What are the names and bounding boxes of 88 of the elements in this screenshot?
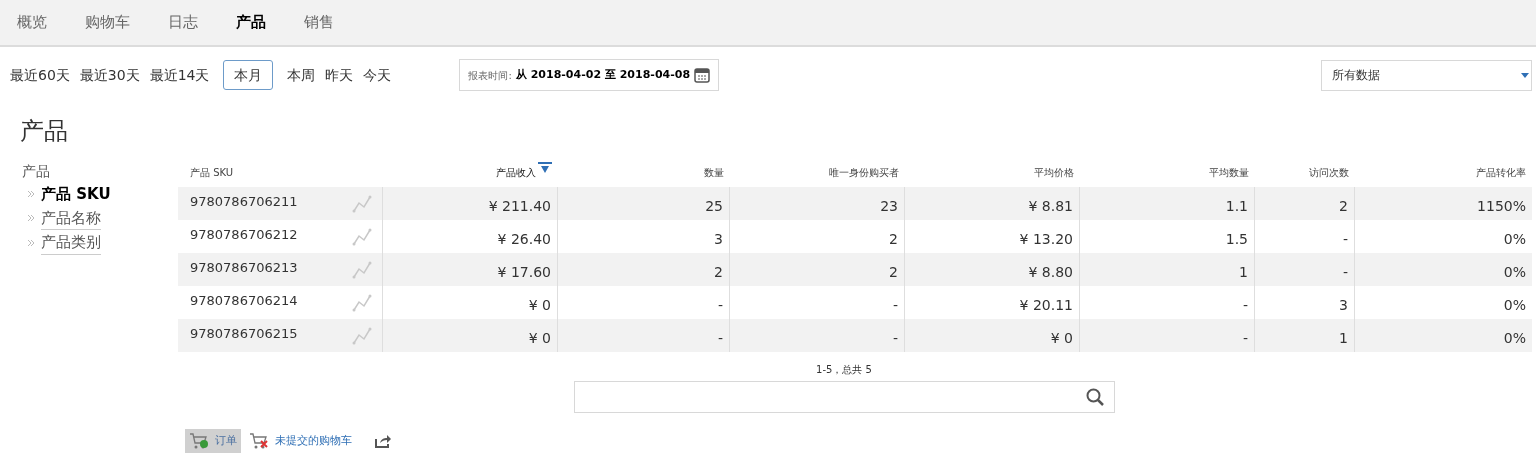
table-cell-text: - — [1242, 296, 1248, 315]
period-button[interactable]: 最近14天 — [149, 60, 210, 90]
report-tab[interactable]: 订单 — [185, 429, 241, 453]
table-cell-text: 3 — [1339, 296, 1348, 315]
table-cell-text: ¥ 17.60 — [497, 263, 551, 282]
column-header[interactable]: 产品 SKU — [190, 164, 234, 180]
table-cell-text: 3 — [714, 230, 723, 249]
period-button[interactable]: 今天 — [363, 60, 392, 90]
column-header[interactable]: 平均价格 — [1034, 164, 1074, 180]
line-chart-icon[interactable] — [352, 194, 372, 213]
dropdown-caret-icon — [1521, 72, 1529, 78]
table-cell-text: 9780786706213 — [190, 258, 298, 277]
table-cell-text: 9780786706212 — [190, 225, 298, 244]
table-cell-text: 2 — [714, 263, 723, 282]
table-cell-text: ¥ 13.20 — [1019, 230, 1073, 249]
table-cell-text: 0% — [1503, 263, 1526, 282]
period-button[interactable]: 最近30天 — [79, 60, 140, 90]
table-cell-text: ¥ 211.40 — [488, 197, 551, 216]
column-header[interactable]: 数量 — [704, 164, 724, 180]
sidebar-item[interactable]: 产品名称 — [41, 206, 101, 230]
line-chart-icon[interactable] — [352, 260, 372, 279]
table-cell-text: 0% — [1503, 296, 1526, 315]
table-cell-text: ¥ 8.80 — [1028, 263, 1073, 282]
table-cell-text: - — [892, 296, 898, 315]
table-cell-text: 0% — [1503, 230, 1526, 249]
table-cell-text: 9780786706211 — [190, 192, 298, 211]
table-cell-text: 0% — [1503, 329, 1526, 348]
sidebar-heading: 产品 — [22, 162, 50, 181]
column-header[interactable]: 产品转化率 — [1476, 164, 1526, 180]
line-chart-icon[interactable] — [352, 326, 372, 345]
table-cell-text: ¥ 0 — [1050, 329, 1073, 348]
column-header[interactable]: 产品收入 — [496, 164, 536, 180]
nav-tab[interactable]: 日志 — [168, 11, 198, 34]
period-button[interactable]: 本月 — [223, 60, 274, 90]
table-cell-text: 1 — [1239, 263, 1248, 282]
search-field[interactable] — [573, 381, 1115, 413]
report-range-value: 从 2018-04-02 至 2018-04-08 — [515, 66, 691, 83]
nav-tab[interactable]: 概览 — [17, 11, 47, 34]
line-chart-icon[interactable] — [352, 227, 372, 246]
table-cell-text: ¥ 8.81 — [1028, 197, 1073, 216]
table-cell-text: - — [717, 329, 723, 348]
column-header[interactable]: 访问次数 — [1309, 164, 1349, 180]
line-chart-icon[interactable] — [352, 293, 372, 312]
table-cell-text: 9780786706214 — [190, 291, 298, 310]
share-icon[interactable] — [374, 433, 392, 449]
bullet-icon — [28, 191, 35, 198]
table-cell-text: 1.5 — [1225, 230, 1248, 249]
table-cell-text: 23 — [880, 197, 898, 216]
bullet-icon — [28, 215, 35, 222]
bullet-icon — [28, 239, 35, 246]
table-cell-text: ¥ 20.11 — [1019, 296, 1073, 315]
table-cell-text: 9780786706215 — [190, 324, 298, 343]
search-icon — [1085, 388, 1104, 406]
table-cell-text: 1.1 — [1225, 197, 1248, 216]
table-cell-text: - — [1242, 329, 1248, 348]
column-header[interactable]: 平均数量 — [1209, 164, 1249, 180]
table-cell-text: 2 — [889, 263, 898, 282]
table-cell-text: ¥ 0 — [528, 329, 551, 348]
sidebar-item[interactable]: 产品 SKU — [41, 183, 111, 206]
cart-remove-icon — [249, 432, 269, 450]
table-cell-text: 25 — [705, 197, 723, 216]
page-title: 产品 — [20, 116, 68, 147]
table-cell-text: - — [1342, 263, 1348, 282]
period-button[interactable]: 昨天 — [325, 60, 354, 90]
table-cell-text: - — [892, 329, 898, 348]
report-range-label: 报表时间: — [468, 68, 512, 83]
period-button[interactable]: 本周 — [287, 60, 316, 90]
report-date-range[interactable]: 报表时间: 从 2018-04-02 至 2018-04-08 — [459, 59, 720, 91]
pagination-info: 1-5，总共 5 — [816, 363, 872, 377]
table-cell-text: 2 — [1339, 197, 1348, 216]
calendar-icon — [694, 67, 711, 83]
nav-tab[interactable]: 销售 — [304, 11, 334, 34]
table-cell-text: 1150% — [1477, 197, 1526, 216]
table-cell-text: 2 — [889, 230, 898, 249]
cart-plus-icon — [189, 432, 209, 450]
table-cell-text: - — [1342, 230, 1348, 249]
nav-tab[interactable]: 购物车 — [85, 11, 130, 34]
sidebar-item[interactable]: 产品类别 — [41, 231, 101, 255]
column-header[interactable]: 唯一身份购买者 — [829, 164, 899, 180]
segment-select[interactable]: 所有数据 — [1321, 59, 1532, 91]
table-cell-text: ¥ 0 — [528, 296, 551, 315]
report-tab[interactable]: 未提交的购物车 — [245, 429, 356, 453]
table-cell-text: ¥ 26.40 — [497, 230, 551, 249]
period-button[interactable]: 最近60天 — [10, 60, 70, 90]
sort-descending-icon — [538, 162, 552, 174]
nav-tab[interactable]: 产品 — [236, 11, 266, 34]
table-cell-text: - — [717, 296, 723, 315]
table-cell-text: 1 — [1339, 329, 1348, 348]
